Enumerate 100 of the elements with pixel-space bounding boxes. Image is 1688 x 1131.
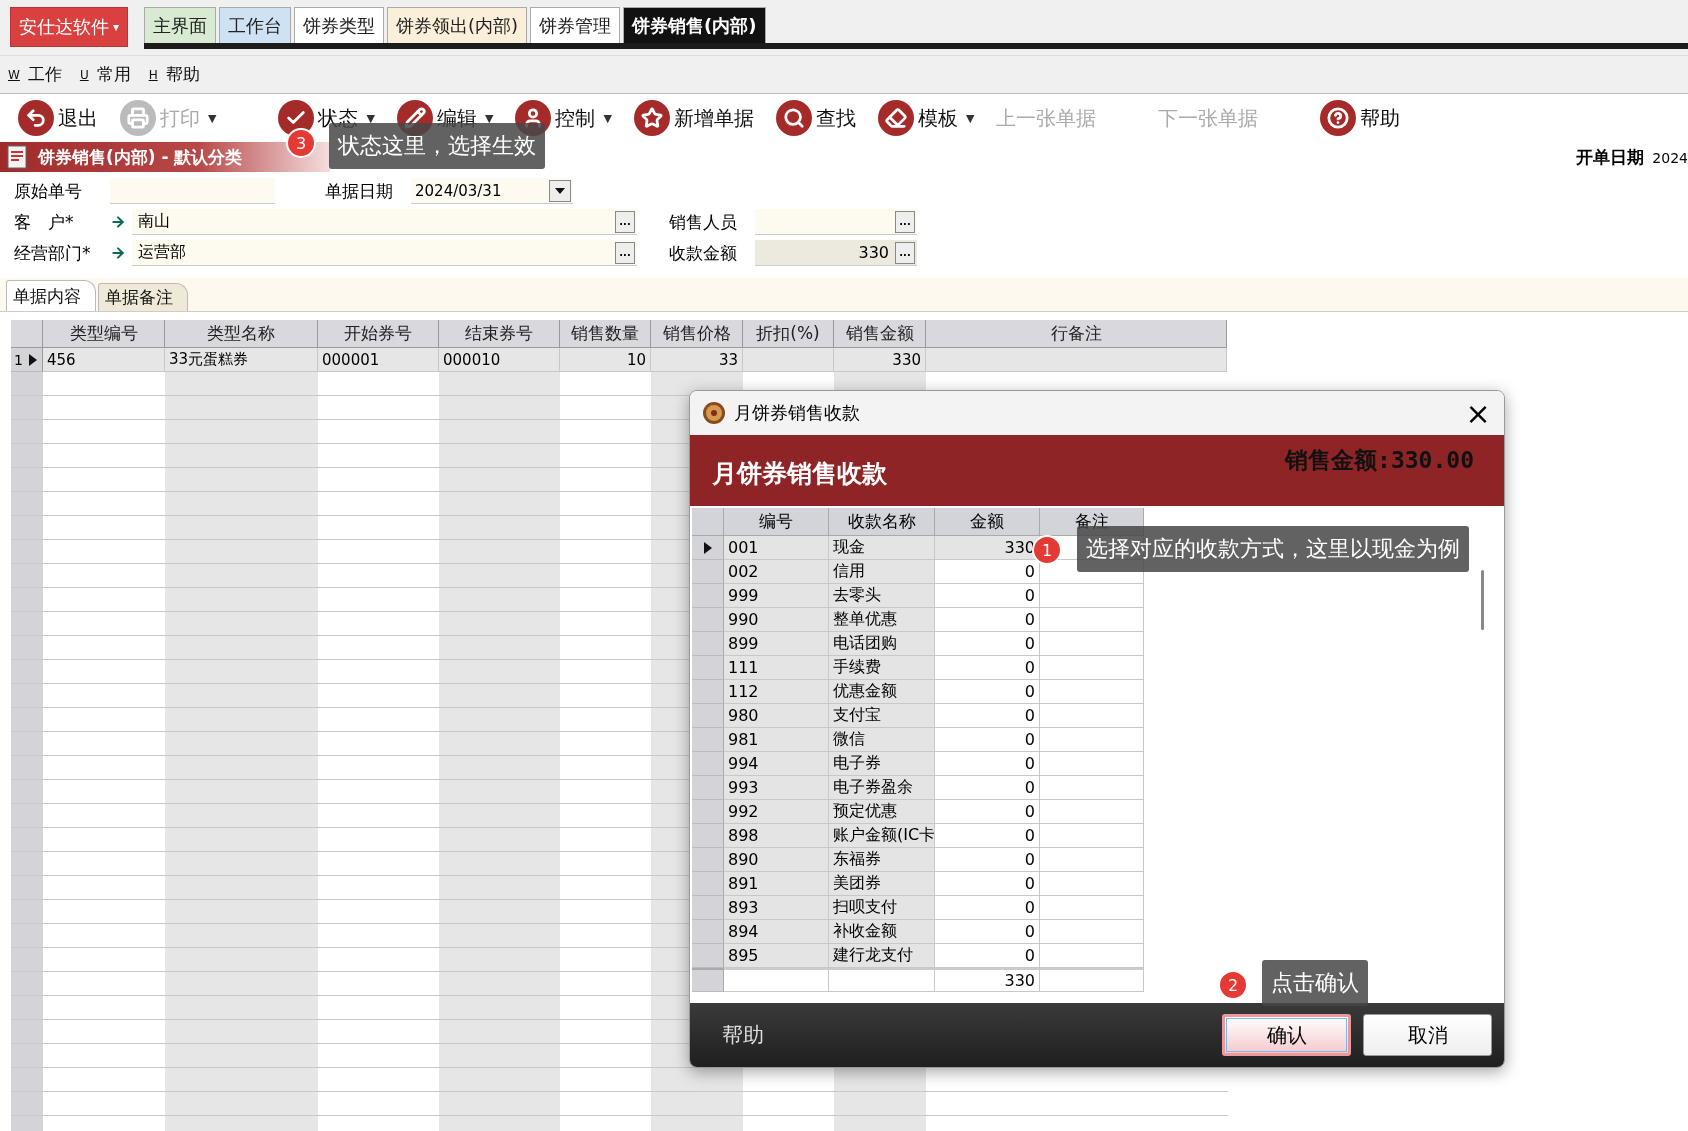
input-field[interactable]: 运营部 ...	[132, 240, 637, 266]
table-cell[interactable]	[1040, 656, 1144, 680]
tab[interactable]: 单据备注	[98, 283, 188, 311]
undo-icon	[18, 100, 54, 136]
column-header[interactable]: 开始券号	[318, 320, 439, 348]
table-cell[interactable]	[1040, 776, 1144, 800]
column-header[interactable]: 结束券号	[439, 320, 560, 348]
table-cell[interactable]	[1040, 944, 1144, 968]
tab[interactable]: 单据内容	[6, 280, 96, 311]
table-cell: 支付宝	[829, 704, 935, 728]
table-cell[interactable]: 0	[935, 632, 1040, 656]
module-tab[interactable]: 饼券类型	[294, 7, 385, 43]
toolbar-button[interactable]: 退出	[18, 100, 98, 136]
table-cell[interactable]: 0	[935, 824, 1040, 848]
table-cell[interactable]: 0	[935, 872, 1040, 896]
field-label: 原始单号	[14, 179, 83, 203]
column-header[interactable]: 金额	[935, 508, 1040, 536]
table-cell[interactable]: 0	[935, 560, 1040, 584]
table-cell[interactable]: 0	[935, 896, 1040, 920]
menu-item[interactable]: W 工作	[8, 63, 62, 86]
browse-button[interactable]: ...	[895, 241, 915, 264]
field-label: 销售人员	[669, 210, 738, 234]
printer-icon	[120, 100, 156, 136]
module-tab[interactable]: 主界面	[144, 7, 217, 43]
table-cell[interactable]: 0	[935, 920, 1040, 944]
table-cell[interactable]: 0	[935, 776, 1040, 800]
table-cell[interactable]: 0	[935, 704, 1040, 728]
column-header[interactable]: 类型名称	[165, 320, 318, 348]
input-field[interactable]: 330 ...	[755, 240, 917, 266]
table-cell[interactable]	[1040, 824, 1144, 848]
table-cell[interactable]	[1040, 584, 1144, 608]
table-cell: 现金	[829, 536, 935, 560]
scrollbar-thumb[interactable]	[1480, 570, 1484, 630]
table-cell[interactable]	[1040, 704, 1144, 728]
column-header[interactable]: 销售金额	[834, 320, 926, 348]
table-cell: 001	[724, 536, 829, 560]
column-header[interactable]: 销售价格	[651, 320, 743, 348]
module-tab[interactable]: 工作台	[219, 7, 292, 43]
cancel-button[interactable]: 取消	[1363, 1014, 1492, 1056]
column-header[interactable]: 行备注	[926, 320, 1227, 348]
column-header[interactable]: 销售数量	[560, 320, 651, 348]
field-label: 收款金额	[669, 241, 738, 265]
app-menu-button[interactable]: 安仕达软件 ▾	[10, 7, 129, 47]
browse-button[interactable]: ...	[615, 210, 635, 233]
close-button[interactable]: ×	[1464, 399, 1492, 427]
module-tab[interactable]: 饼券销售(内部)	[623, 7, 766, 43]
table-cell[interactable]: 0	[935, 680, 1040, 704]
module-tab[interactable]: 饼券管理	[530, 7, 621, 43]
table-cell[interactable]: 0	[935, 848, 1040, 872]
menu-item[interactable]: U 常用	[79, 63, 131, 86]
table-cell[interactable]	[1040, 752, 1144, 776]
input-field[interactable]	[110, 178, 275, 204]
table-cell[interactable]	[1040, 848, 1144, 872]
toolbar-button[interactable]: 帮助	[1320, 100, 1401, 136]
callout-tooltip: 选择对应的收款方式，这里以现金为例	[1077, 526, 1469, 572]
table-cell[interactable]	[1040, 920, 1144, 944]
table-cell[interactable]	[1040, 632, 1144, 656]
column-header[interactable]: 折扣(%)	[743, 320, 834, 348]
table-cell: 894	[724, 920, 829, 944]
column-header[interactable]: 收款名称	[829, 508, 935, 536]
table-cell[interactable]	[1040, 896, 1144, 920]
table-cell[interactable]	[1040, 608, 1144, 632]
table-cell[interactable]: 0	[935, 800, 1040, 824]
table-cell: 预定优惠	[829, 800, 935, 824]
table-cell[interactable]	[1040, 872, 1144, 896]
table-cell[interactable]: 0	[935, 752, 1040, 776]
table-cell[interactable]: 0	[935, 728, 1040, 752]
input-field[interactable]: ...	[755, 209, 917, 235]
table-cell[interactable]: 0	[935, 944, 1040, 968]
callout-tooltip: 点击确认	[1262, 960, 1368, 1006]
table-cell[interactable]: 330	[935, 536, 1040, 560]
dropdown-button[interactable]	[549, 179, 571, 202]
toolbar-button[interactable]: 模板 ▼	[877, 100, 975, 136]
toolbar-button[interactable]: 查找	[775, 100, 856, 136]
help-link[interactable]: 帮助	[722, 1021, 1210, 1049]
browse-button[interactable]: ...	[895, 210, 915, 233]
table-cell: 33元蛋糕券	[165, 348, 318, 372]
input-field[interactable]: 南山 ...	[132, 209, 637, 235]
eraser-icon	[877, 100, 914, 136]
column-header[interactable]: 类型编号	[43, 320, 165, 348]
dialog-title: 月饼券销售收款	[734, 401, 861, 425]
table-cell[interactable]: 0	[935, 584, 1040, 608]
current-row-icon	[28, 353, 37, 366]
table-cell: 899	[724, 632, 829, 656]
table-cell: 电子券	[829, 752, 935, 776]
table-cell: 000010	[439, 348, 560, 372]
column-header[interactable]: 编号	[724, 508, 829, 536]
browse-button[interactable]: ...	[615, 241, 635, 264]
toolbar-button[interactable]: 新增单据	[633, 100, 754, 136]
table-cell[interactable]: 0	[935, 608, 1040, 632]
date-field[interactable]: 2024/03/31	[411, 178, 573, 204]
table-cell[interactable]	[1040, 728, 1144, 752]
confirm-button[interactable]: 确认	[1222, 1014, 1351, 1056]
table-cell[interactable]	[1040, 800, 1144, 824]
corner-cell	[11, 320, 43, 348]
table-cell[interactable]: 0	[935, 656, 1040, 680]
table-cell: 补收金额	[829, 920, 935, 944]
menu-item[interactable]: H 帮助	[148, 63, 200, 86]
table-cell[interactable]	[1040, 680, 1144, 704]
module-tab[interactable]: 饼券领出(内部)	[387, 7, 528, 43]
